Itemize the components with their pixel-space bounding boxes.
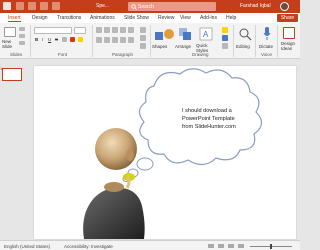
font-size-dropdown[interactable] [74,27,86,34]
user-name: Farshad Iqbal [240,3,271,9]
save-icon[interactable] [28,2,36,10]
section-icon[interactable] [19,41,25,45]
shapes-icon[interactable] [154,26,176,44]
notes-icon[interactable] [208,244,214,248]
document-title: Spe... [96,3,110,9]
group-label-voice: Voice [261,52,273,57]
arrange-icon[interactable] [178,26,192,44]
microphone-icon[interactable] [262,26,272,42]
shapes-button[interactable]: Shapes [152,44,167,49]
bullets-icon[interactable] [96,27,102,33]
font-color-icon[interactable] [70,37,75,42]
cloud-line-1: I should download a [182,108,233,114]
group-label-paragraph: Paragraph [112,52,134,57]
reset-icon[interactable] [19,34,25,38]
increase-indent-icon[interactable] [120,27,126,33]
dictate-button[interactable]: Dictate [259,44,273,49]
font-name-dropdown[interactable] [34,27,72,34]
search-placeholder: Search [138,4,154,10]
italic-icon[interactable]: I [42,37,43,42]
cloud-line-2: PowerPoint Template [182,116,235,122]
slide-canvas[interactable]: I should download a PowerPoint Template … [34,66,296,239]
align-left-icon[interactable] [96,37,102,43]
zoom-slider-thumb[interactable] [270,244,272,249]
group-label-drawing: Drawing [192,52,209,57]
ribbon-tabs: Insert Design Transitions Animations Sli… [0,13,300,23]
shadow-icon[interactable] [62,37,67,42]
svg-text:A: A [203,30,209,39]
autosave-toggle[interactable] [16,2,24,10]
shape-outline-icon[interactable] [222,35,228,41]
tab-add-ins[interactable]: Add-ins [200,15,217,21]
layout-icon[interactable] [19,27,25,31]
highlight-icon[interactable] [78,37,83,42]
tab-design[interactable]: Design [32,15,48,21]
bold-icon[interactable]: B [35,37,38,42]
design-ideas-icon[interactable] [283,27,295,39]
tab-transitions[interactable]: Transitions [57,15,81,21]
separator [233,25,234,57]
align-center-icon[interactable] [104,37,110,43]
quick-styles-icon[interactable]: A [199,26,213,44]
group-label-slides: Slides [10,52,23,57]
status-bar: English (United States) Accessibility: I… [0,240,300,250]
editing-icon[interactable] [238,27,252,43]
justify-icon[interactable] [120,37,126,43]
separator [277,25,278,57]
search-input[interactable]: Search [128,2,216,11]
underline-icon[interactable]: U [48,37,51,42]
cloud-line-3: from SlideHunter.com [182,124,236,130]
text-direction-icon[interactable] [140,27,146,33]
normal-view-icon[interactable] [218,244,224,248]
avatar[interactable] [280,2,289,11]
title-bar: Spe... Search Farshad Iqbal [0,0,300,13]
tab-view[interactable]: View [180,15,191,21]
editing-button[interactable]: Editing [236,44,250,49]
thinking-figure[interactable] [83,128,145,239]
reading-view-icon[interactable] [238,244,244,248]
undo-icon[interactable] [40,2,48,10]
new-slide-button[interactable]: New Slide [2,39,12,49]
tab-insert[interactable]: Insert [8,15,21,22]
decrease-indent-icon[interactable] [112,27,118,33]
language-status[interactable]: English (United States) [4,244,50,249]
smartart-icon[interactable] [140,43,146,49]
slide-artwork: I should download a PowerPoint Template … [83,68,263,239]
numbering-icon[interactable] [104,27,110,33]
separator [92,25,93,57]
separator [150,25,151,57]
slide-thumbnail-pane: 1 [0,60,26,240]
tab-animations[interactable]: Animations [90,15,115,21]
slide-thumbnail[interactable] [2,68,22,81]
shape-fill-icon[interactable] [222,27,228,33]
ribbon: New Slide Slides B I U S Font Paragraph … [0,23,300,59]
align-text-icon[interactable] [140,35,146,41]
tab-help[interactable]: Help [226,15,236,21]
app-logo-icon [3,2,11,10]
search-icon [131,3,137,10]
share-button[interactable]: Share [277,14,298,22]
tab-review[interactable]: Review [158,15,174,21]
separator [255,25,256,57]
separator [30,25,31,57]
slide-sorter-icon[interactable] [228,244,234,248]
shape-effects-icon[interactable] [222,43,228,49]
new-slide-icon[interactable] [4,27,16,37]
redo-icon[interactable] [52,2,60,10]
align-right-icon[interactable] [112,37,118,43]
strikethrough-icon[interactable]: S [55,37,58,42]
tab-slide-show[interactable]: Slide Show [124,15,149,21]
design-ideas-button[interactable]: Design Ideas [281,41,300,51]
columns-icon[interactable] [128,37,134,43]
line-spacing-icon[interactable] [128,27,134,33]
arrange-button[interactable]: Arrange [175,44,191,49]
group-label-font: Font [58,52,68,57]
accessibility-status[interactable]: Accessibility: Investigate [64,244,113,249]
